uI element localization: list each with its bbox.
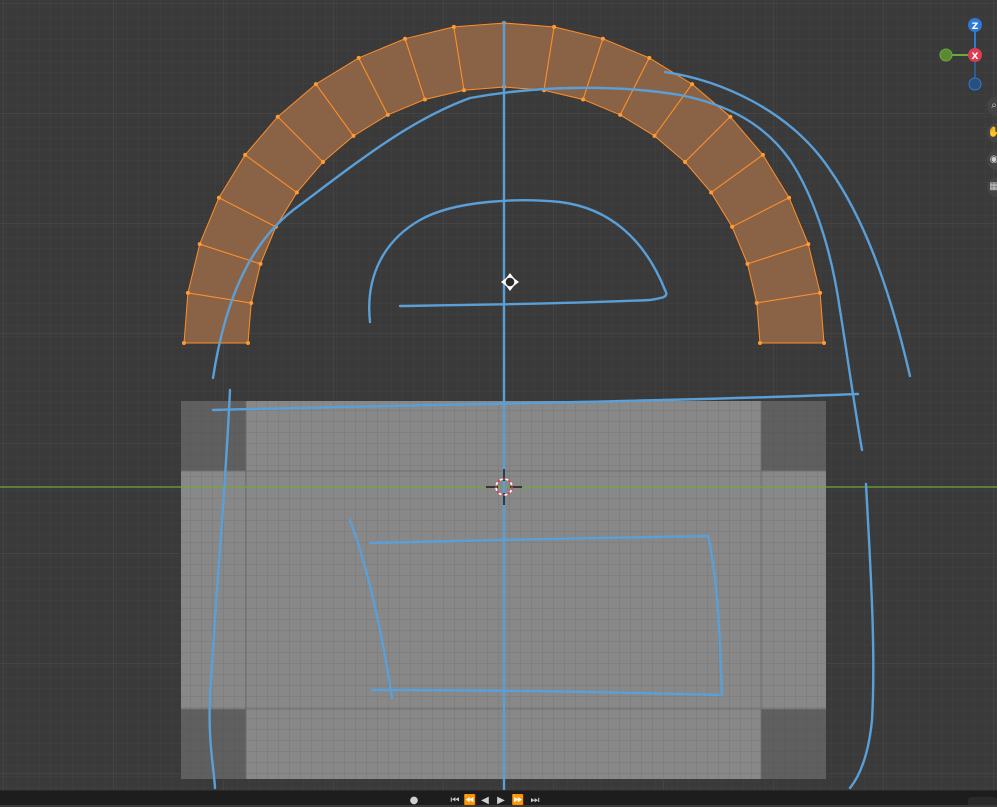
arch-vertex[interactable]	[197, 242, 202, 247]
arch-vertex[interactable]	[451, 24, 456, 29]
gizmo-y-neg-icon[interactable]	[939, 48, 953, 62]
arch-vertex[interactable]	[758, 341, 762, 345]
arch-vertex[interactable]	[351, 133, 356, 138]
next-keyframe-icon[interactable]: ⏩	[511, 795, 525, 807]
zoom-icon[interactable]: ⌕	[987, 96, 997, 116]
arch-vertex[interactable]	[730, 224, 735, 229]
arch-vertex[interactable]	[313, 82, 318, 87]
arch-vertex[interactable]	[321, 160, 325, 164]
prev-keyframe-icon[interactable]: ⏪	[463, 795, 477, 807]
arch-vertex[interactable]	[356, 55, 361, 60]
play-icon[interactable]: ▶	[495, 795, 507, 807]
arch-vertex[interactable]	[552, 24, 557, 29]
arch-vertex[interactable]	[818, 290, 823, 295]
area-resize-handle[interactable]	[968, 797, 997, 805]
arch-vertex[interactable]	[246, 341, 250, 345]
gizmo-x-label: X	[972, 52, 979, 62]
arch-vertex[interactable]	[806, 242, 811, 247]
arch-vertex[interactable]	[294, 190, 299, 195]
arch-vertex[interactable]	[754, 301, 759, 305]
3d-viewport[interactable]: Z X ⌕ ✋ ◉ ▦	[0, 0, 997, 790]
arch-vertex[interactable]	[647, 55, 652, 60]
arch-vertex[interactable]	[182, 341, 186, 345]
play-reverse-icon[interactable]: ◀	[479, 795, 491, 807]
arch-vertex[interactable]	[745, 261, 750, 266]
arch-vertex[interactable]	[185, 290, 190, 295]
arch-vertex[interactable]	[760, 152, 765, 157]
viewport-canvas[interactable]: Z X	[0, 0, 997, 790]
arch-vertex[interactable]	[403, 36, 408, 41]
arch-vertex[interactable]	[385, 112, 390, 117]
timeline-bar: ● ⏮ ⏪ ◀ ▶ ⏩ ⏭	[0, 790, 997, 807]
keyframe-record-icon[interactable]: ●	[407, 795, 421, 807]
jump-end-icon[interactable]: ⏭	[529, 795, 541, 807]
arch-vertex[interactable]	[258, 261, 263, 266]
jump-start-icon[interactable]: ⏮	[449, 795, 461, 807]
viewport-nav-strip: ⌕ ✋ ◉ ▦	[987, 96, 997, 206]
arch-vertex[interactable]	[422, 97, 427, 102]
arch-vertex[interactable]	[709, 190, 714, 195]
arch-vertex[interactable]	[581, 97, 586, 102]
arch-vertex[interactable]	[216, 195, 221, 200]
arch-vertex[interactable]	[275, 114, 280, 119]
camera-icon[interactable]: ◉	[987, 150, 997, 170]
arch-vertex[interactable]	[243, 152, 248, 157]
arch-vertex[interactable]	[600, 36, 605, 41]
arch-vertex[interactable]	[728, 114, 733, 119]
hand-icon[interactable]: ✋	[987, 123, 997, 143]
gizmo-z-neg-icon[interactable]	[968, 77, 982, 91]
gizmo-z-label: Z	[972, 22, 979, 32]
arch-vertex[interactable]	[683, 160, 687, 164]
arch-vertex[interactable]	[618, 112, 623, 117]
arch-vertex[interactable]	[249, 301, 254, 305]
arch-vertex[interactable]	[462, 88, 466, 93]
grid-view-icon[interactable]: ▦	[987, 177, 997, 197]
arch-vertex[interactable]	[690, 82, 695, 87]
arch-vertex[interactable]	[787, 195, 792, 200]
arch-vertex[interactable]	[822, 341, 826, 345]
arch-vertex[interactable]	[652, 133, 657, 138]
